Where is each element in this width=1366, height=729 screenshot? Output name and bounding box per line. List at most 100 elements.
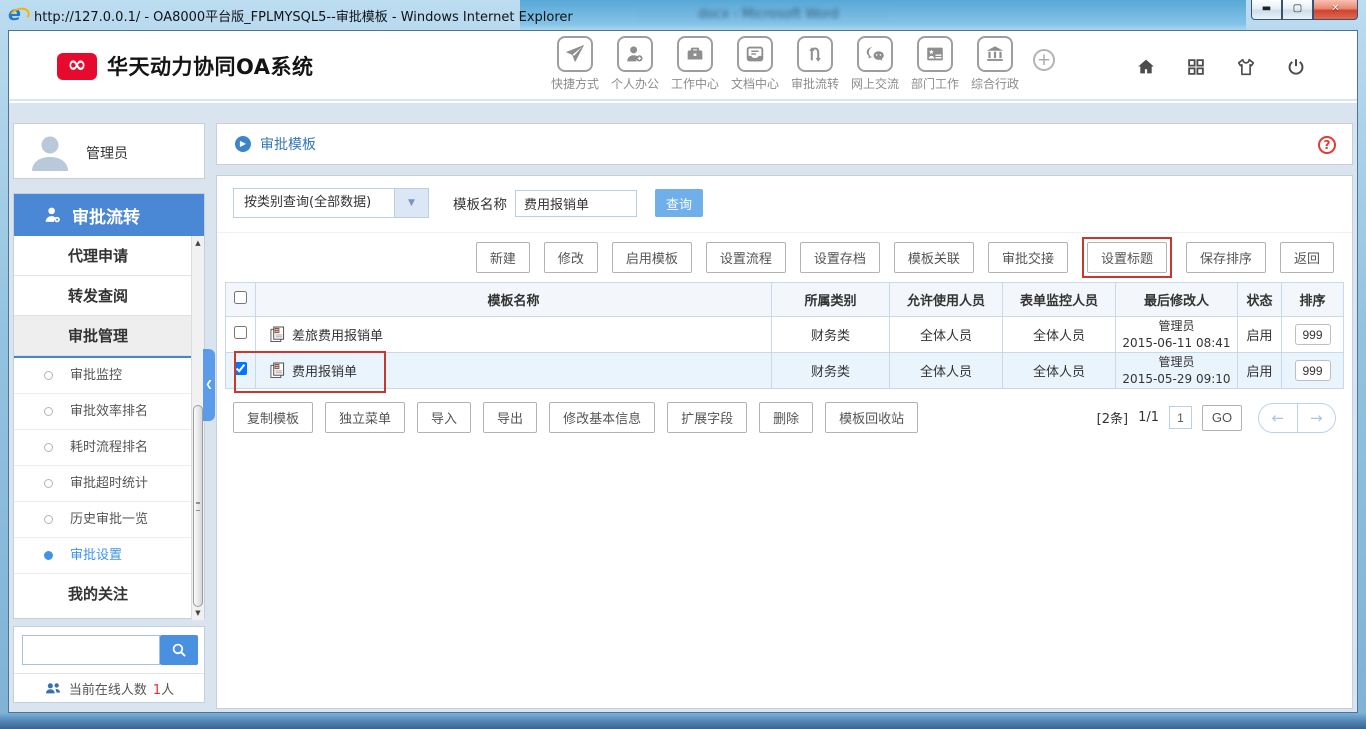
radio-icon <box>44 371 53 380</box>
home-icon[interactable] <box>1135 56 1157 82</box>
set-title-button[interactable]: 设置标题 <box>1087 242 1167 273</box>
nav-item-administration[interactable]: 综合行政 <box>965 36 1025 92</box>
scroll-down-icon[interactable]: ▼ <box>192 606 204 620</box>
page-background: 管理员 审批流转 代理申请 转发查阅 审批管理 审批监控 审批效率排名 <box>9 103 1357 712</box>
breadcrumb-arrow-icon: ▶ <box>235 136 251 152</box>
col-header-status: 状态 <box>1238 283 1282 317</box>
subitem-approval-overtime-stats[interactable]: 审批超时统计 <box>14 466 191 502</box>
logo-text: 华天动力协同OA系统 <box>107 51 314 81</box>
modify-basic-info-button[interactable]: 修改基本信息 <box>549 402 655 433</box>
sidebar-search-panel: 当前在线人数 1人 <box>13 626 205 703</box>
nav-item-approval-flow[interactable]: 审批流转 <box>785 36 845 92</box>
return-button[interactable]: 返回 <box>1280 242 1334 273</box>
col-header-last-modifier: 最后修改人 <box>1116 283 1238 317</box>
sidebar-search-input[interactable] <box>22 635 160 665</box>
sidebar-collapse-handle[interactable]: ❮ <box>203 349 215 421</box>
order-input[interactable] <box>1295 360 1331 381</box>
modify-button[interactable]: 修改 <box>544 242 598 273</box>
set-archive-button[interactable]: 设置存档 <box>800 242 880 273</box>
cell-allowed-users: 全体人员 <box>890 317 1003 353</box>
template-name-link[interactable]: 费用报销单 <box>292 365 357 380</box>
person-icon <box>617 36 653 72</box>
copy-template-button[interactable]: 复制模板 <box>233 402 313 433</box>
page-input[interactable] <box>1169 406 1192 429</box>
select-all-checkbox[interactable] <box>234 291 247 304</box>
nav-label: 文档中心 <box>725 75 785 92</box>
grid-menu-icon[interactable] <box>1185 56 1207 82</box>
close-button[interactable]: ✕ <box>1313 0 1358 20</box>
subitem-approval-settings[interactable]: 审批设置 <box>14 538 191 574</box>
logo-infinity-icon: ∞ <box>57 53 97 80</box>
new-button[interactable]: 新建 <box>476 242 530 273</box>
query-bar: 按类别查询(全部数据) ▼ 模板名称 查询 <box>233 188 703 218</box>
order-input[interactable] <box>1295 324 1331 345</box>
theme-shirt-icon[interactable] <box>1235 56 1257 82</box>
sidebar-scrollbar[interactable]: ▲ ▼ <box>191 236 204 620</box>
maximize-button[interactable]: ▢ <box>1282 0 1313 20</box>
sidebar-section-header[interactable]: 审批流转 <box>14 194 204 236</box>
subitem-approval-efficiency-rank[interactable]: 审批效率排名 <box>14 394 191 430</box>
power-logout-icon[interactable] <box>1285 56 1307 82</box>
main-panel: 按类别查询(全部数据) ▼ 模板名称 查询 新建 修改 启用模板 设置流程 设置… <box>216 175 1353 709</box>
subitem-history-approval-list[interactable]: 历史审批一览 <box>14 502 191 538</box>
scrollbar-thumb[interactable] <box>193 405 203 607</box>
next-page-icon[interactable]: → <box>1297 404 1336 432</box>
document-tray-icon <box>737 36 773 72</box>
radio-icon <box>44 515 53 524</box>
row-checkbox[interactable] <box>234 362 247 375</box>
nav-item-document-center[interactable]: 文档中心 <box>725 36 785 92</box>
template-relation-button[interactable]: 模板关联 <box>894 242 974 273</box>
nav-item-department-work[interactable]: 部门工作 <box>905 36 965 92</box>
sidebar-item-proxy-request[interactable]: 代理申请 <box>14 236 191 276</box>
prev-page-icon[interactable]: ← <box>1259 404 1297 432</box>
sidebar-item-approval-management[interactable]: 审批管理 <box>14 316 191 356</box>
sidebar-item-forward-review[interactable]: 转发查阅 <box>14 276 191 316</box>
template-recycle-bin-button[interactable]: 模板回收站 <box>825 402 918 433</box>
nav-label: 综合行政 <box>965 75 1025 92</box>
export-button[interactable]: 导出 <box>483 402 537 433</box>
subitem-time-consuming-rank[interactable]: 耗时流程排名 <box>14 430 191 466</box>
row-checkbox[interactable] <box>234 326 247 339</box>
chevron-down-icon[interactable]: ▼ <box>394 189 428 217</box>
nav-item-work-center[interactable]: 工作中心 <box>665 36 725 92</box>
import-button[interactable]: 导入 <box>417 402 471 433</box>
nav-item-personal-office[interactable]: 个人办公 <box>605 36 665 92</box>
enable-template-button[interactable]: 启用模板 <box>612 242 692 273</box>
help-icon[interactable]: ? <box>1318 136 1336 154</box>
subitem-label: 审批监控 <box>70 368 122 383</box>
subitem-label: 审批超时统计 <box>70 476 148 491</box>
sidebar-menu: 审批流转 代理申请 转发查阅 审批管理 审批监控 审批效率排名 耗时流程排名 审… <box>13 193 205 619</box>
extend-fields-button[interactable]: 扩展字段 <box>667 402 747 433</box>
table-row-selected[interactable]: 费用报销单 财务类 全体人员 全体人员 管理员2015-05-29 09:10 … <box>226 353 1344 389</box>
independent-menu-button[interactable]: 独立菜单 <box>325 402 405 433</box>
subitem-approval-monitor[interactable]: 审批监控 <box>14 358 191 394</box>
total-count: [2条] <box>1097 408 1128 427</box>
query-button[interactable]: 查询 <box>655 189 703 217</box>
template-toolbar: 新建 修改 启用模板 设置流程 设置存档 模板关联 审批交接 设置标题 保存排序… <box>476 237 1334 278</box>
template-name-link[interactable]: 差旅费用报销单 <box>292 329 383 344</box>
save-order-button[interactable]: 保存排序 <box>1186 242 1266 273</box>
table-row[interactable]: 差旅费用报销单 财务类 全体人员 全体人员 管理员2015-06-11 08:4… <box>226 317 1344 353</box>
bottom-toolbar: 复制模板 独立菜单 导入 导出 修改基本信息 扩展字段 删除 模板回收站 <box>233 402 918 433</box>
category-filter-select[interactable]: 按类别查询(全部数据) ▼ <box>233 188 429 218</box>
add-module-icon[interactable]: + <box>1033 49 1055 71</box>
highlight-box-set-title: 设置标题 <box>1082 237 1172 278</box>
logo: ∞ 华天动力协同OA系统 <box>57 51 314 81</box>
nav-label: 工作中心 <box>665 75 725 92</box>
set-flow-button[interactable]: 设置流程 <box>706 242 786 273</box>
divider <box>217 232 1352 233</box>
template-table: 模板名称 所属类别 允许使用人员 表单监控人员 最后修改人 状态 排序 差旅费用… <box>225 282 1344 389</box>
approval-handover-button[interactable]: 审批交接 <box>988 242 1068 273</box>
background-window: docx - Microsoft Word <box>520 0 1246 30</box>
nav-item-online-chat[interactable]: 网上交流 <box>845 36 905 92</box>
go-button[interactable]: GO <box>1202 405 1242 431</box>
delete-button[interactable]: 删除 <box>759 402 813 433</box>
template-name-input[interactable] <box>515 190 637 217</box>
sidebar-item-my-follow[interactable]: 我的关注 <box>14 574 191 614</box>
nav-item-shortcuts[interactable]: 快捷方式 <box>545 36 605 92</box>
scroll-up-icon[interactable]: ▲ <box>192 236 204 250</box>
minimize-button[interactable]: ▬ <box>1251 0 1282 20</box>
sidebar-search-button[interactable] <box>160 635 198 665</box>
user-name: 管理员 <box>86 143 128 163</box>
col-header-name: 模板名称 <box>256 283 772 317</box>
